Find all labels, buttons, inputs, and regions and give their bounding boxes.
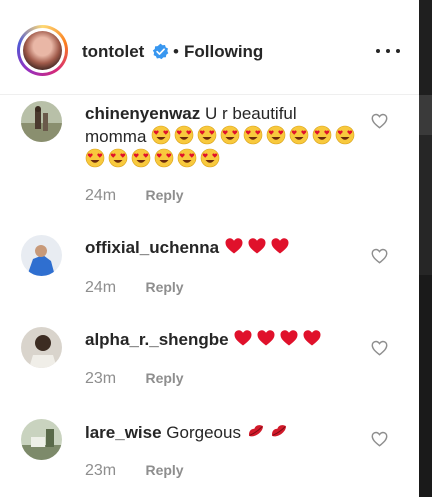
reply-button[interactable]: Reply: [145, 462, 183, 478]
lips-emoji: [248, 425, 263, 437]
heart-eyes-emoji: [312, 125, 332, 145]
comments-panel: tontolet • Following chinenyenwaz U r be…: [0, 0, 419, 497]
comment-username[interactable]: alpha_r._shengbe: [85, 330, 229, 349]
comment-item: lare_wise Gorgeous 23m Reply: [0, 400, 419, 497]
comment-item: alpha_r._shengbe 23m Reply: [0, 308, 419, 400]
comment-time: 23m: [85, 462, 117, 479]
avatar-photo: [23, 31, 62, 70]
red-heart-emoji: [234, 330, 252, 346]
like-heart-icon[interactable]: [371, 431, 388, 447]
heart-eyes-emoji: [335, 125, 355, 145]
like-heart-icon[interactable]: [371, 340, 388, 356]
like-heart-icon[interactable]: [371, 113, 388, 129]
comment-meta: 24m Reply: [85, 279, 184, 297]
comment-text: lare_wise Gorgeous: [85, 421, 360, 444]
more-options-icon[interactable]: [376, 46, 400, 56]
heart-eyes-emoji: [108, 148, 128, 168]
emoji-row: [224, 238, 293, 257]
comment-meta: 23m Reply: [85, 370, 184, 388]
comment-meta: 23m Reply: [85, 462, 184, 480]
following-button[interactable]: Following: [184, 42, 263, 62]
comment-time: 24m: [85, 279, 117, 296]
comment-text: chinenyenwaz U r beautiful momma: [85, 102, 360, 171]
reply-button[interactable]: Reply: [145, 187, 183, 203]
post-username[interactable]: tontolet: [82, 42, 144, 62]
post-header: tontolet • Following: [0, 6, 419, 95]
background-post-image: [419, 0, 432, 497]
commenter-avatar[interactable]: [21, 101, 62, 142]
comment-time: 23m: [85, 370, 117, 387]
comment-item: chinenyenwaz U r beautiful momma 24m Rep…: [0, 96, 419, 216]
commenter-avatar[interactable]: [21, 235, 62, 276]
heart-eyes-emoji: [174, 125, 194, 145]
red-heart-emoji: [303, 330, 321, 346]
like-heart-icon[interactable]: [371, 248, 388, 264]
comment-username[interactable]: offixial_uchenna: [85, 238, 219, 257]
verified-badge-icon: [152, 43, 169, 60]
heart-eyes-emoji: [243, 125, 263, 145]
heart-eyes-emoji: [151, 125, 171, 145]
comment-text: alpha_r._shengbe: [85, 328, 360, 351]
red-heart-emoji: [257, 330, 275, 346]
red-heart-emoji: [280, 330, 298, 346]
red-heart-emoji: [225, 238, 243, 254]
heart-eyes-emoji: [200, 148, 220, 168]
separator-dot: •: [173, 42, 179, 61]
comment-text: offixial_uchenna: [85, 236, 360, 259]
red-heart-emoji: [271, 238, 289, 254]
commenter-avatar[interactable]: [21, 327, 62, 368]
heart-eyes-emoji: [220, 125, 240, 145]
comment-username[interactable]: lare_wise: [85, 423, 162, 442]
comment-item: offixial_uchenna 24m Reply: [0, 216, 419, 308]
profile-avatar[interactable]: [17, 25, 68, 76]
heart-eyes-emoji: [131, 148, 151, 168]
emoji-row: [246, 423, 292, 442]
reply-button[interactable]: Reply: [145, 279, 183, 295]
comment-time: 24m: [85, 187, 117, 204]
heart-eyes-emoji: [266, 125, 286, 145]
red-heart-emoji: [248, 238, 266, 254]
comment-body: Gorgeous: [166, 423, 241, 442]
comment-meta: 24m Reply: [85, 187, 184, 205]
heart-eyes-emoji: [289, 125, 309, 145]
heart-eyes-emoji: [177, 148, 197, 168]
heart-eyes-emoji: [154, 148, 174, 168]
heart-eyes-emoji: [85, 148, 105, 168]
commenter-avatar[interactable]: [21, 419, 62, 460]
comment-username[interactable]: chinenyenwaz: [85, 104, 200, 123]
lips-emoji: [271, 425, 286, 437]
heart-eyes-emoji: [197, 125, 217, 145]
reply-button[interactable]: Reply: [145, 370, 183, 386]
emoji-row: [233, 330, 325, 349]
